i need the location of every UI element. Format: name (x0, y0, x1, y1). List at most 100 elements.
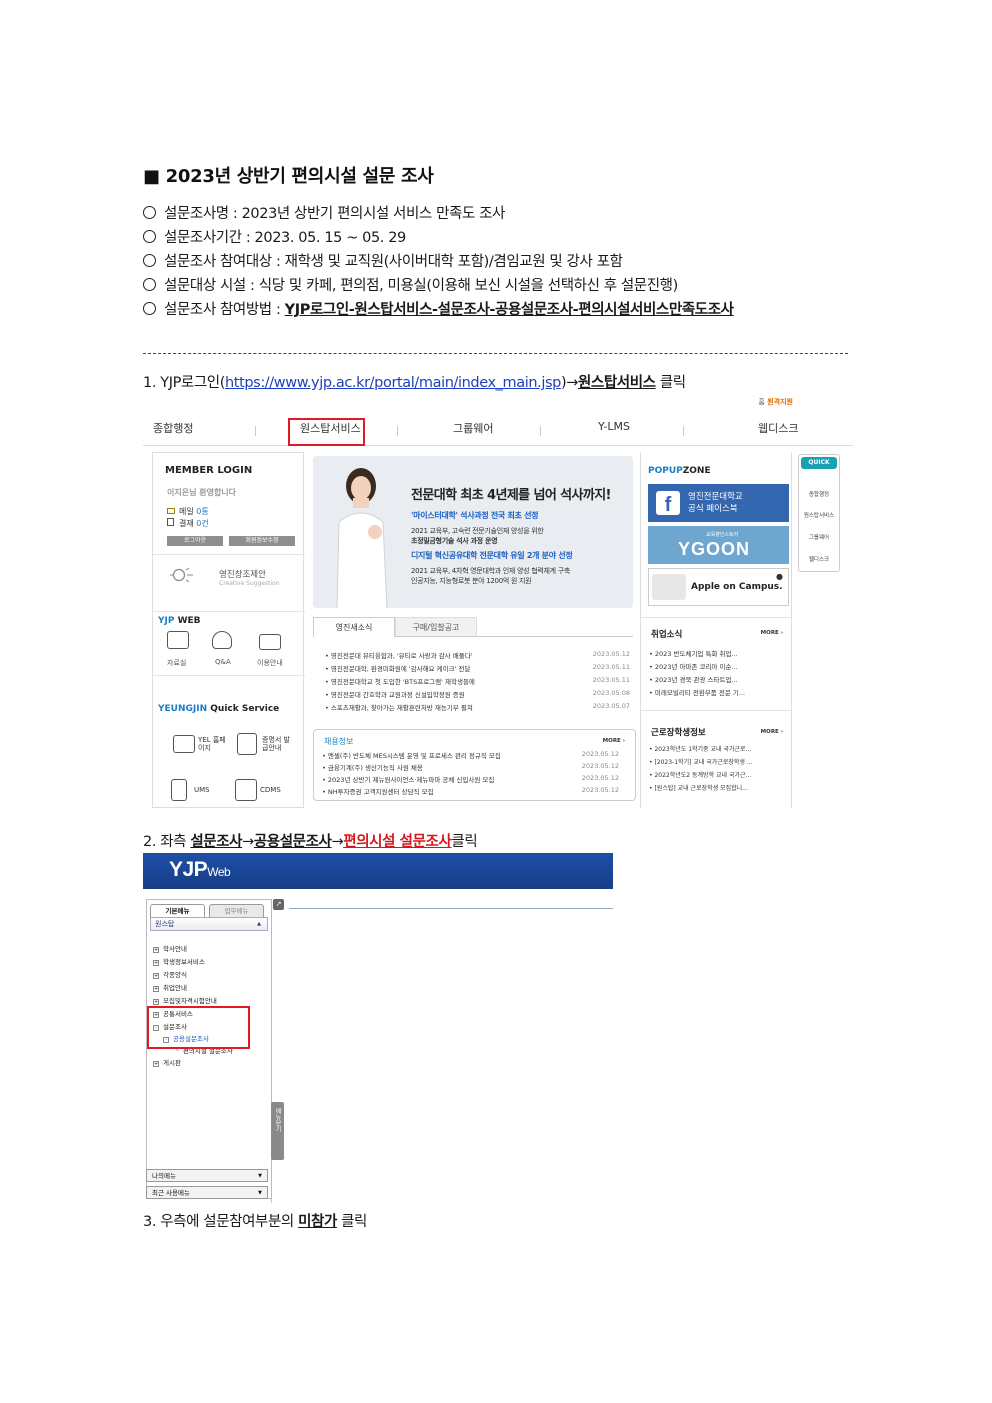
nav-separator (397, 426, 398, 436)
mobile-icon[interactable] (171, 779, 187, 801)
scholarship-title: 근로장학생정보 (651, 728, 706, 738)
list-item[interactable]: • 스포츠재활과, 찾아가는 재활훈련처방 재능기부 펼쳐 2023.05.07 (325, 702, 630, 712)
tab-work-menu[interactable]: 업무메뉴 (209, 904, 264, 917)
jobs-title: 채용정보 (324, 737, 354, 746)
facebook-banner[interactable]: f 영진전문대학교 공식 페이스북 (648, 484, 789, 522)
list-item[interactable]: • 2023년 상반기 제뉴원사이언스·제뉴파마 공채 신입사원 모집 2023.… (322, 774, 627, 784)
folder-icon[interactable] (167, 631, 189, 649)
divider (641, 710, 791, 711)
step-3-target: 미참가 (298, 1214, 337, 1230)
list-item[interactable]: • 영진전문대 간호학과 교원과정 신설입학정원 증원 2023.05.08 (325, 689, 630, 699)
info-survey-facilities: 설문대상 시설 : 식당 및 카페, 편의점, 미용실(이용해 보신 시설을 선… (143, 274, 903, 298)
divider (153, 554, 305, 555)
apple-banner[interactable]: Apple on Campus. ● (648, 568, 789, 606)
nav-separator (683, 426, 684, 436)
apple-icon: ● (776, 572, 783, 581)
recent-menu[interactable]: 최근 사용메뉴 ▼ (146, 1186, 268, 1199)
tab-news[interactable]: 영진새소식 (313, 617, 395, 637)
menu-item[interactable]: + 각종양식 (153, 969, 187, 979)
menu-item[interactable]: + 모집및자격시험안내 (153, 995, 217, 1005)
quick-ums[interactable]: UMS (194, 786, 210, 794)
step-1-instruction: 1. YJP로그인(https://www.yjp.ac.kr/portal/m… (143, 375, 686, 391)
circle-bullet-icon (143, 206, 156, 219)
tab-underline (395, 636, 633, 637)
jobs-more-link[interactable]: MORE › (603, 738, 625, 744)
survey-info-list: 설문조사명 : 2023년 상반기 편의시설 서비스 만족도 조사 설문조사기간… (143, 202, 903, 322)
menu-close-toggle[interactable]: 메뉴닫기 (271, 1102, 284, 1160)
step-2-instruction: 2. 좌측 설문조사→공용설문조사→편의시설 설문조사클릭 (143, 834, 478, 850)
menu-item[interactable]: + 취업안내 (153, 982, 187, 992)
list-item[interactable]: • 미래모빌리티 전환부품 전문 기... (649, 687, 745, 697)
banner-headline: 전문대학 최초 4년제를 넘어 석사까지! (411, 488, 611, 503)
quick-onestop[interactable]: 원스탑서비스 (799, 511, 839, 519)
yjpweb-item-archive[interactable]: 자료실 (167, 658, 186, 668)
list-item[interactable]: • 영진전문대 뷰티융합과, '뷰티로 사랑과 감사 배풀다' 2023.05.1… (325, 650, 630, 660)
nav-groupware[interactable]: 그룹웨어 (453, 420, 493, 436)
tab-basic-menu[interactable]: 기본메뉴 (150, 904, 205, 917)
certificate-icon[interactable] (237, 733, 257, 755)
lightbulb-icon (167, 567, 203, 583)
quick-webdisk[interactable]: 웹디스크 (799, 555, 839, 563)
mail-row[interactable]: 메일 0통 (167, 506, 209, 517)
highlight-box (147, 1006, 250, 1049)
divider (641, 617, 791, 618)
pin-icon[interactable]: ↗ (273, 899, 284, 910)
circle-bullet-icon (143, 254, 156, 267)
quick-admin[interactable]: 종합행정 (799, 490, 839, 498)
info-board-icon[interactable] (259, 634, 281, 650)
portal-screenshot: 홈 원격지원 종합행정 원스탑서비스 그룹웨어 Y-LMS 웹디스크 MEMBE… (143, 394, 853, 808)
scholarship-more-link[interactable]: MORE › (761, 729, 783, 735)
highlight-box (288, 418, 365, 446)
menu-item[interactable]: + 게시판 (153, 1057, 181, 1067)
menu-item[interactable]: + 학생정보서비스 (153, 956, 205, 966)
my-menu[interactable]: 나의메뉴 ▼ (146, 1169, 268, 1182)
approval-row[interactable]: 결재 0건 (167, 518, 209, 529)
yjpweb-item-guide[interactable]: 이용안내 (257, 658, 283, 668)
yel-icon[interactable] (173, 735, 195, 753)
list-item[interactable]: • [원스탑] 교내 근로장학생 모집합니... (649, 783, 748, 792)
nav-webdisk[interactable]: 웹디스크 (758, 420, 798, 436)
suggest-link[interactable]: 영진창조제안 (219, 568, 266, 580)
circle-bullet-icon (143, 278, 156, 291)
nav-ylms[interactable]: Y-LMS (598, 420, 630, 433)
popup-zone: POPUPZONE f 영진전문대학교 공식 페이스북 교육향인스토어 YGOON… (640, 452, 792, 808)
list-item[interactable]: • NH투자증권 고객지원센터 상담직 모집 2023.05.12 (322, 786, 627, 796)
list-item[interactable]: • 엔셀(주) 반도체 MES시스템 운영 및 프로세스 관리 정규직 모집 20… (322, 750, 627, 760)
home-link[interactable]: 홈 (759, 398, 765, 406)
facebook-icon: f (656, 491, 680, 516)
nav-admin[interactable]: 종합행정 (153, 420, 193, 436)
remote-support-link[interactable]: 원격지원 (767, 398, 793, 406)
main-banner[interactable]: 전문대학 최초 4년제를 넘어 석사까지! '마이스터대학' 석사과정 전국 최… (313, 456, 633, 608)
menu-item[interactable]: + 학사안내 (153, 943, 187, 953)
left-menu-panel: 기본메뉴 업무메뉴 원스탑 ▲ + 학사안내 + 학생정보서비스 + 각종양식 + 취업안… (146, 899, 272, 1199)
list-item[interactable]: • [2023-1학기] 교내 국가근로장학생 ... (649, 757, 753, 766)
list-item[interactable]: • 영진전문대학, 환경미화원에 '감사해요 케이크' 전달 2023.05.11 (325, 663, 630, 673)
list-item[interactable]: • 금융기계(주) 생산기능직 사원 채용 2023.05.12 (322, 762, 627, 772)
list-item[interactable]: • 2023 반도체기업 특화 취업... (649, 648, 738, 658)
quick-groupware[interactable]: 그룹웨어 (799, 533, 839, 541)
menu-selector[interactable]: 원스탑 ▲ (150, 917, 268, 931)
banner-line-4: 디지털 혁신공유대학 전문대학 유일 2개 분야 선정 (411, 551, 573, 560)
news-tabs: 영진새소식 구매/입찰공고 • 영진전문대 뷰티융합과, '뷰티로 사랑과 감사… (313, 617, 633, 715)
list-item[interactable]: • 2023년 아마존 코리아 이순... (649, 661, 738, 671)
headset-icon[interactable] (212, 631, 232, 649)
list-item[interactable]: • 2023학년도 1학기중 교내 국가근로... (649, 744, 751, 753)
yjpweb-item-qna[interactable]: Q&A (215, 658, 231, 666)
list-item[interactable]: • 2022학년도2 동계방학 교내 국가근... (649, 770, 751, 779)
tab-bid[interactable]: 구매/입찰공고 (395, 617, 477, 637)
survey-method-path: YJP로그인-원스탑서비스-설문조사-공용설문조사-편의시설서비스만족도조사 (284, 302, 734, 318)
portal-url-link[interactable]: https://www.yjp.ac.kr/portal/main/index_… (225, 375, 561, 391)
list-item[interactable]: • 영진전문대학교 첫 도입한 'BTS프로그램' 재학생들에 2023.05.1… (325, 676, 630, 686)
quick-cdms[interactable]: CDMS (260, 786, 281, 794)
banner-line-5: 2021 교육부, 4차혁 영문대학과 인재 양성 협력체계 구축 (411, 567, 570, 575)
member-edit-button[interactable]: 회원정보수정 (229, 536, 295, 546)
cdms-icon[interactable] (235, 779, 257, 801)
list-item[interactable]: • 2023년 경북 관광 스타트업... (649, 674, 738, 684)
logout-button[interactable]: 로그아웃 (167, 536, 223, 546)
quick-yel[interactable]: YEL 홈페이지 (198, 736, 232, 752)
yjpweb-title: YJP WEB (158, 616, 201, 626)
quick-certificate[interactable]: 증명서 발급안내 (262, 736, 296, 752)
employment-more-link[interactable]: MORE › (761, 630, 783, 636)
ygoon-banner[interactable]: 교육향인스토어 YGOON (648, 526, 789, 564)
banner-line-1: '마이스터대학' 석사과정 전국 최초 선정 (411, 511, 539, 520)
